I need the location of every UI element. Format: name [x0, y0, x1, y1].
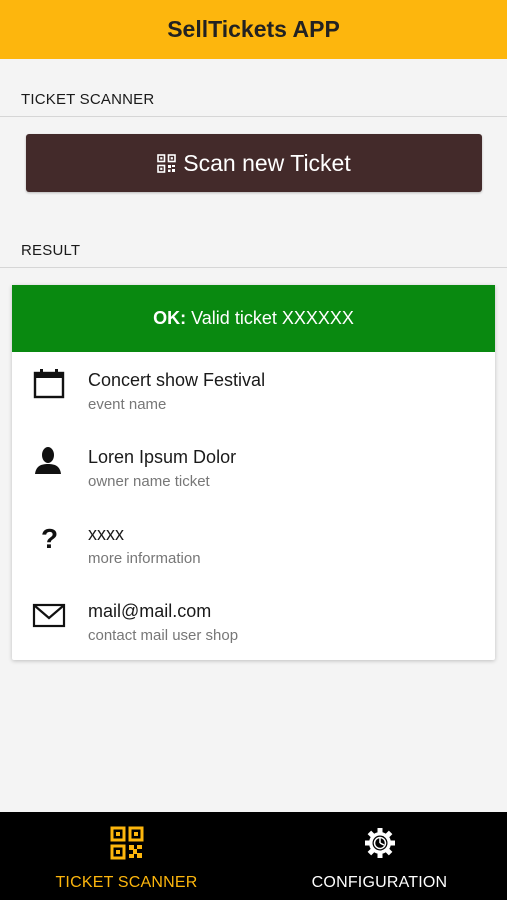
info-row-owner: Loren Ipsum Dolor owner name ticket: [12, 443, 495, 513]
tab-ticket-scanner-label: TICKET SCANNER: [55, 874, 198, 891]
result-section-header: RESULT: [0, 242, 507, 268]
contact-mail-label: contact mail user shop: [88, 627, 239, 644]
question-icon: ?: [32, 521, 66, 555]
svg-text:?: ?: [41, 523, 58, 554]
app-title: SellTickets APP: [167, 16, 340, 42]
more-info-value: xxxx: [88, 524, 124, 544]
gear-icon: [363, 826, 397, 860]
info-row-mail: mail@mail.com contact mail user shop: [12, 597, 495, 667]
app-header: SellTickets APP: [0, 0, 507, 59]
owner-name-label: owner name ticket: [88, 473, 210, 490]
more-info-label: more information: [88, 550, 201, 567]
scan-new-ticket-button[interactable]: Scan new Ticket: [26, 134, 482, 192]
scan-button-label: Scan new Ticket: [183, 149, 351, 176]
qr-code-icon: [157, 153, 177, 173]
mail-icon: [32, 598, 66, 632]
calendar-icon: [32, 367, 66, 401]
info-row-event: Concert show Festival event name: [12, 366, 495, 436]
result-section-title: RESULT: [21, 242, 81, 259]
ticket-scanner-section-header: TICKET SCANNER: [0, 91, 507, 117]
status-banner: OK: Valid ticket XXXXXX: [12, 285, 495, 352]
tab-configuration[interactable]: CONFIGURATION: [253, 812, 506, 900]
event-name-label: event name: [88, 396, 167, 413]
qr-code-icon: [110, 826, 144, 860]
status-prefix: OK:: [153, 308, 187, 328]
bottom-tab-bar: TICKET SCANNER CONFIGURATION: [0, 812, 507, 900]
tab-configuration-label: CONFIGURATION: [311, 874, 448, 891]
event-name-value: Concert show Festival: [88, 370, 266, 390]
status-message: Valid ticket XXXXXX: [191, 308, 354, 328]
info-row-more-info: ? xxxx more information: [12, 520, 495, 590]
owner-name-value: Loren Ipsum Dolor: [88, 447, 237, 467]
person-icon: [32, 444, 66, 478]
tab-ticket-scanner[interactable]: TICKET SCANNER: [0, 812, 253, 900]
ticket-scanner-section-title: TICKET SCANNER: [21, 91, 155, 108]
result-card: OK: Valid ticket XXXXXX Concert show Fes…: [12, 285, 495, 660]
contact-mail-value: mail@mail.com: [88, 601, 212, 621]
